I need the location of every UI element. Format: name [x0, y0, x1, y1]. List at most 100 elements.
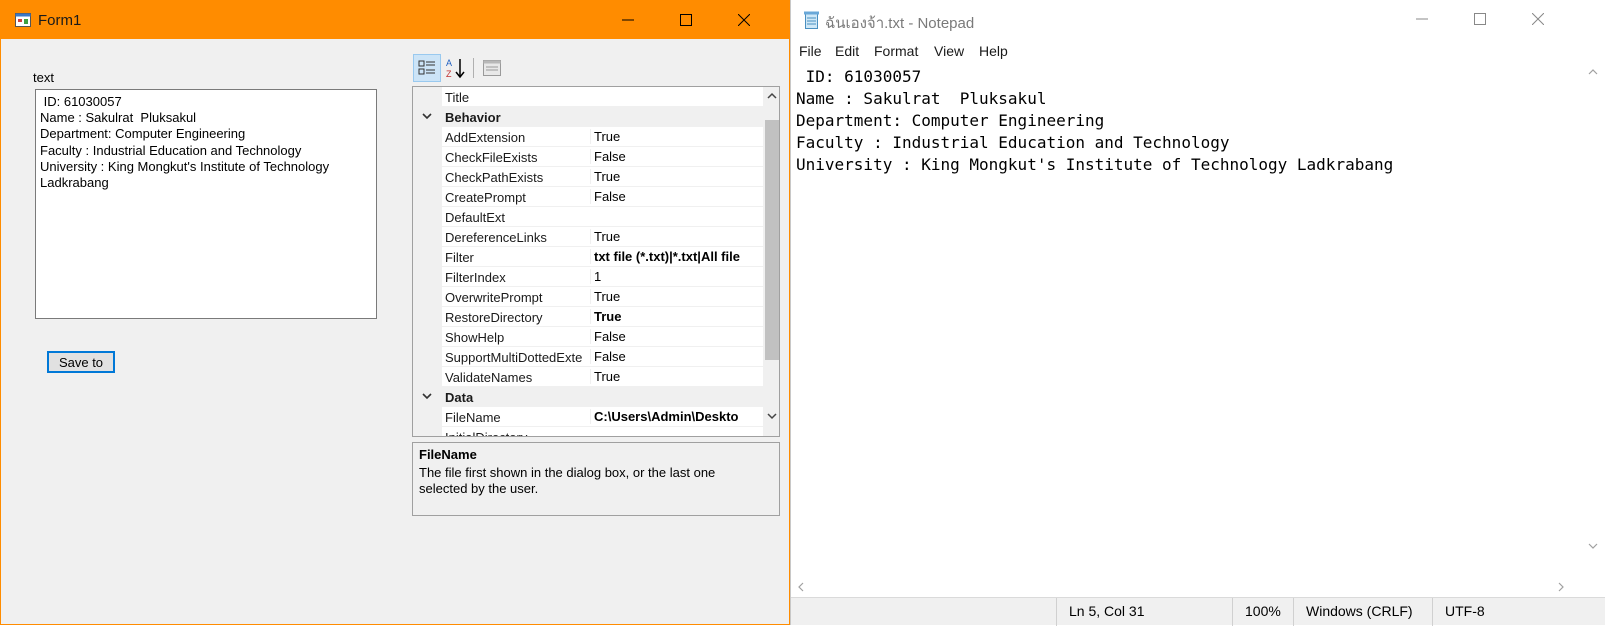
property-category-row[interactable]: Behavior	[413, 107, 763, 127]
alphabetical-button[interactable]: A Z	[442, 54, 470, 82]
property-value[interactable]: False	[590, 149, 763, 164]
scroll-down-icon[interactable]	[767, 412, 777, 420]
scroll-right-icon[interactable]	[1557, 581, 1565, 593]
property-row-gutter	[413, 347, 442, 367]
form1-title: Form1	[38, 12, 82, 29]
property-value[interactable]: False	[590, 189, 763, 204]
property-row-gutter	[413, 167, 442, 187]
close-icon	[1532, 13, 1544, 25]
property-name: AddExtension	[445, 130, 526, 145]
property-pages-button[interactable]	[478, 54, 506, 82]
maximize-button[interactable]	[657, 1, 715, 39]
toolbar-separator	[473, 58, 474, 78]
description-text: The file first shown in the dialog box, …	[419, 465, 716, 496]
svg-text:A: A	[446, 58, 452, 68]
property-row-gutter	[413, 207, 442, 227]
menu-view[interactable]: View	[934, 43, 964, 59]
property-row-gutter	[413, 147, 442, 167]
property-row[interactable]: ValidateNames True	[413, 367, 763, 387]
property-row[interactable]: CheckFileExists False	[413, 147, 763, 167]
notepad-close-button[interactable]	[1509, 0, 1567, 38]
form1-window: Form1 text ID: 61030057 Name : Sakulrat …	[0, 0, 790, 625]
maximize-icon	[680, 14, 692, 26]
status-line-ending: Windows (CRLF)	[1293, 598, 1432, 626]
minimize-button[interactable]	[599, 1, 657, 39]
property-name: RestoreDirectory	[445, 310, 543, 325]
form1-titlebar[interactable]: Form1	[1, 1, 789, 39]
chevron-down-icon[interactable]	[422, 392, 432, 400]
property-name: ValidateNames	[445, 370, 533, 385]
scroll-up-icon[interactable]	[1587, 68, 1599, 76]
property-row[interactable]: DereferenceLinks True	[413, 227, 763, 247]
property-row-gutter	[413, 267, 442, 287]
notepad-text-area[interactable]: ID: 61030057 Name : Sakulrat Pluksakul D…	[796, 66, 1581, 576]
property-row-gutter	[413, 307, 442, 327]
property-value[interactable]: True	[590, 309, 763, 324]
menu-help[interactable]: Help	[979, 43, 1008, 59]
property-row-gutter	[413, 227, 442, 247]
property-row-gutter	[413, 327, 442, 347]
property-row-gutter	[413, 367, 442, 387]
property-value[interactable]: True	[590, 129, 763, 144]
property-category-row[interactable]: Data	[413, 387, 763, 407]
property-name: OverwritePrompt	[445, 290, 543, 305]
property-row[interactable]: AddExtension True	[413, 127, 763, 147]
property-name: CheckPathExists	[445, 170, 544, 185]
close-icon	[738, 14, 750, 26]
property-row[interactable]: InitialDirectory	[413, 427, 763, 436]
property-row[interactable]: CreatePrompt False	[413, 187, 763, 207]
notepad-horizontal-scrollbar[interactable]	[791, 577, 1583, 595]
scroll-up-icon[interactable]	[767, 92, 777, 100]
property-row[interactable]: DefaultExt	[413, 207, 763, 227]
property-name: ShowHelp	[445, 330, 505, 345]
text-input[interactable]: ID: 61030057 Name : Sakulrat Pluksakul D…	[35, 89, 377, 319]
property-value[interactable]: 1	[590, 269, 763, 284]
property-row[interactable]: OverwritePrompt True	[413, 287, 763, 307]
property-value[interactable]: False	[590, 349, 763, 364]
property-row-gutter	[413, 287, 442, 307]
property-row[interactable]: RestoreDirectory True	[413, 307, 763, 327]
property-row-gutter	[413, 127, 442, 147]
menu-format[interactable]: Format	[874, 43, 918, 59]
property-grid-scroll-thumb[interactable]	[765, 120, 779, 360]
form-app-icon	[15, 13, 31, 27]
property-value[interactable]: True	[590, 289, 763, 304]
property-row[interactable]: ShowHelp False	[413, 327, 763, 347]
property-value[interactable]: C:\Users\Admin\Deskto	[590, 409, 763, 424]
notepad-maximize-button[interactable]	[1451, 0, 1509, 38]
property-value[interactable]: True	[590, 369, 763, 384]
notepad-titlebar[interactable]: ฉันเองจ้า.txt - Notepad	[791, 0, 1605, 40]
property-row[interactable]: Title	[413, 87, 763, 107]
property-value[interactable]: False	[590, 329, 763, 344]
scroll-down-icon[interactable]	[1587, 542, 1599, 550]
property-name: CheckFileExists	[445, 150, 538, 165]
property-row-gutter	[413, 407, 442, 427]
menu-edit[interactable]: Edit	[835, 43, 859, 59]
property-name: DereferenceLinks	[445, 230, 547, 245]
chevron-down-icon[interactable]	[422, 112, 432, 120]
property-row[interactable]: SupportMultiDottedExte False	[413, 347, 763, 367]
property-row-gutter	[413, 87, 442, 107]
property-value[interactable]: True	[590, 229, 763, 244]
property-row[interactable]: FileName C:\Users\Admin\Deskto	[413, 407, 763, 427]
notepad-vertical-scrollbar[interactable]	[1583, 64, 1603, 576]
property-name: InitialDirectory	[445, 430, 587, 436]
property-value[interactable]: txt file (*.txt)|*.txt|All file	[590, 249, 763, 264]
property-row[interactable]: CheckPathExists True	[413, 167, 763, 187]
property-description-panel: FileName The file first shown in the dia…	[412, 442, 780, 516]
property-row[interactable]: FilterIndex 1	[413, 267, 763, 287]
property-value[interactable]: True	[590, 169, 763, 184]
property-row[interactable]: Filter txt file (*.txt)|*.txt|All file	[413, 247, 763, 267]
close-button[interactable]	[715, 1, 773, 39]
status-cursor-position: Ln 5, Col 31	[1056, 598, 1232, 626]
property-grid-rows: Title Behavior AddExtension True CheckFileEx…	[413, 87, 763, 436]
scroll-left-icon[interactable]	[797, 581, 805, 593]
status-encoding: UTF-8	[1432, 598, 1605, 626]
property-grid[interactable]: Title Behavior AddExtension True CheckFileEx…	[412, 86, 780, 437]
minimize-icon	[622, 19, 634, 21]
categorized-icon	[418, 60, 435, 75]
categorized-button[interactable]	[413, 54, 441, 82]
menu-file[interactable]: File	[799, 43, 822, 59]
save-to-button[interactable]: Save to	[47, 351, 115, 373]
notepad-minimize-button[interactable]	[1393, 0, 1451, 38]
